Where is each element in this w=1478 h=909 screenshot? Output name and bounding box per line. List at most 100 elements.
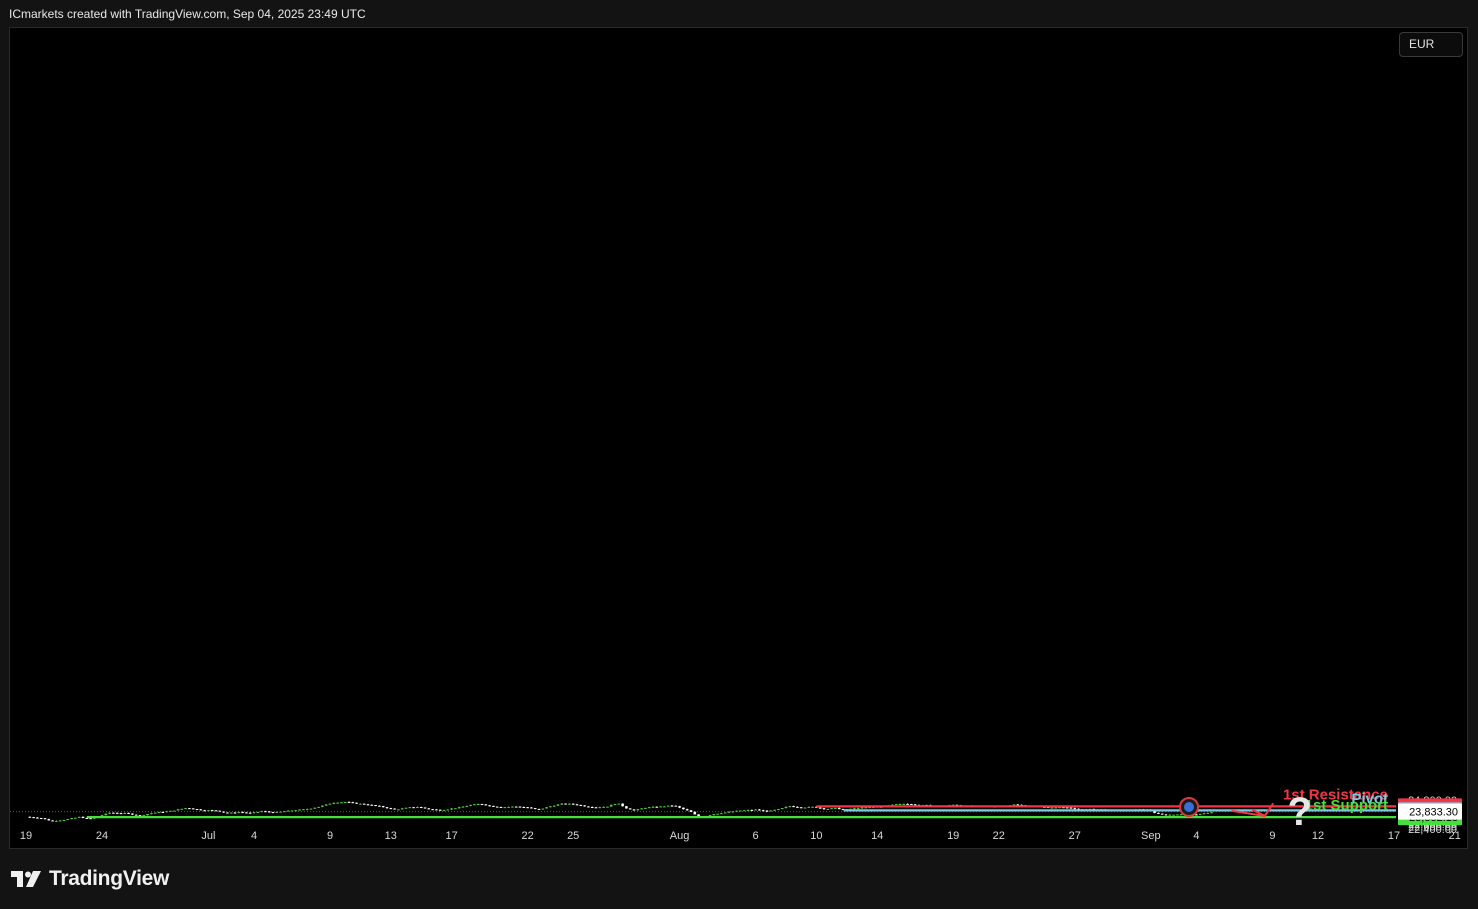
candle-body	[625, 806, 628, 809]
candle-body	[142, 815, 146, 817]
candle-body	[655, 806, 659, 808]
candle-body	[237, 812, 241, 814]
candle-body	[362, 803, 366, 805]
event-marker-icon-core	[1184, 802, 1194, 812]
candle-body	[511, 806, 514, 808]
candle-body	[792, 806, 795, 808]
candle-body	[36, 817, 39, 819]
x-axis-tick-label: 17	[445, 830, 457, 842]
candle-body	[1073, 808, 1077, 810]
candle-body	[359, 803, 362, 805]
candle-body	[1069, 807, 1073, 809]
question-mark-annotation[interactable]: ?	[1288, 790, 1312, 834]
candle-body	[412, 807, 415, 809]
candle-body	[366, 804, 370, 806]
candle-body	[621, 803, 624, 807]
candle-body	[347, 801, 351, 803]
candle-body	[495, 806, 499, 808]
x-axis-tick-label: Sep	[1141, 830, 1161, 842]
candle-body	[587, 806, 590, 808]
candle-body	[309, 808, 313, 810]
candle-body	[431, 809, 434, 811]
candle-body	[134, 814, 138, 816]
candle-body	[290, 810, 294, 812]
candle-body	[313, 807, 317, 809]
candle-body	[856, 808, 860, 810]
candle-body	[492, 805, 495, 807]
candle-body	[245, 812, 248, 814]
candle-body	[826, 808, 830, 810]
x-axis-tick-label: 13	[385, 830, 397, 842]
candle-body	[108, 812, 111, 814]
candle-body	[1172, 814, 1175, 816]
candle-body	[758, 809, 761, 811]
tradingview-logo[interactable]: TradingView	[11, 866, 169, 892]
candle-body	[1210, 812, 1213, 814]
x-axis-tick-label: 19	[947, 830, 959, 842]
candle-body	[765, 810, 769, 812]
x-axis-tick-label: 19	[20, 830, 32, 842]
candle-body	[742, 810, 746, 812]
candle-body	[1164, 814, 1168, 816]
candle-body	[750, 809, 754, 811]
candle-body	[1065, 807, 1069, 809]
candle-body	[518, 806, 522, 808]
candle-body	[663, 806, 666, 808]
candle-body	[537, 808, 541, 810]
candle-body	[784, 806, 788, 809]
price-chart[interactable]: 22,400.0022,600.0022,800.0023,000.0023,2…	[0, 0, 1478, 909]
candle-body	[385, 807, 389, 809]
candle-body	[416, 807, 419, 809]
candle-body	[378, 805, 381, 807]
candle-body	[799, 807, 803, 809]
candle-body	[457, 807, 461, 809]
x-axis-tick-label: 27	[1069, 830, 1081, 842]
candle-body	[811, 806, 814, 808]
candle-body	[302, 809, 305, 811]
candle-body	[1198, 813, 1202, 815]
candle-body	[123, 812, 127, 814]
candle-body	[176, 809, 180, 811]
candle-body	[153, 812, 157, 814]
candle-body	[560, 803, 564, 805]
candle-body	[279, 811, 282, 813]
candle-body	[351, 802, 355, 804]
candle-body	[450, 808, 453, 810]
candle-body	[617, 803, 621, 805]
currency-button[interactable]: EUR	[1399, 32, 1463, 57]
candle-body	[70, 818, 73, 820]
candle-body	[469, 804, 472, 806]
candle-body	[575, 804, 579, 806]
candle-body	[328, 803, 332, 805]
candle-body	[720, 813, 723, 815]
candle-body	[286, 810, 290, 812]
candle-body	[465, 805, 469, 807]
candle-body	[199, 809, 203, 811]
candle-body	[188, 808, 191, 810]
candle-body	[640, 808, 643, 810]
candle-body	[682, 807, 685, 810]
candle-body	[913, 804, 917, 806]
candle-body	[389, 808, 393, 810]
candle-body	[89, 818, 92, 820]
candle-body	[894, 804, 898, 806]
candle-body	[119, 813, 123, 815]
candle-body	[131, 813, 134, 815]
candle-body	[670, 805, 674, 807]
candle-body	[404, 807, 408, 809]
x-axis-tick-label: 22	[521, 830, 533, 842]
last-price-text: 23,833.30	[1409, 807, 1458, 819]
x-axis-tick-label: 14	[871, 830, 883, 842]
candle-body	[571, 803, 575, 805]
candle-body	[419, 807, 423, 809]
candle-body	[191, 808, 195, 810]
candle-body	[830, 808, 833, 810]
candle-body	[241, 812, 244, 814]
candle-body	[275, 811, 279, 813]
candle-body	[636, 809, 640, 811]
candle-body	[807, 806, 811, 808]
candle-body	[754, 809, 757, 811]
candle-body	[735, 810, 738, 812]
candle-body	[233, 812, 237, 814]
candle-body	[552, 805, 556, 807]
